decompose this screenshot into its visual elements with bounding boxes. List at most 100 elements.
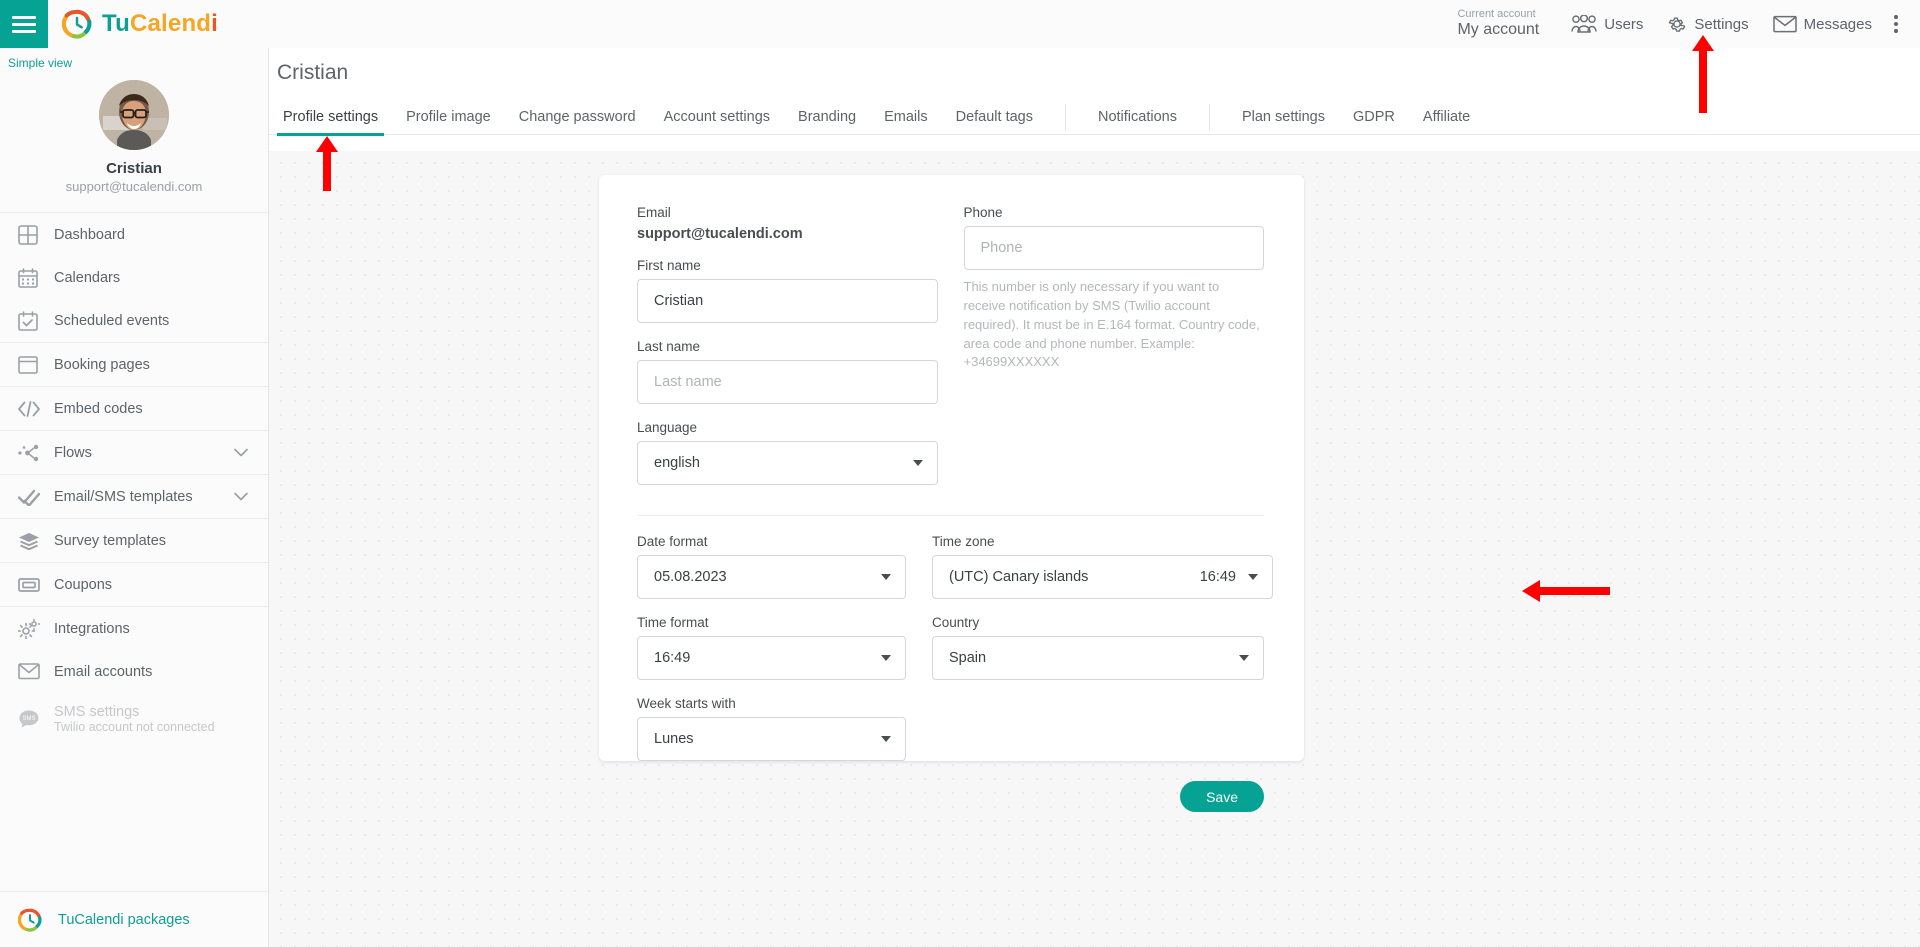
code-icon: [18, 400, 54, 417]
top-bar-right: Current account My account Users Setting…: [1457, 7, 1920, 41]
sidebar-item-embed-codes[interactable]: Embed codes: [0, 387, 268, 430]
time-format-select[interactable]: 16:49: [637, 636, 906, 680]
sidebar: Simple view Cristian support@tucalendi.c…: [0, 48, 269, 947]
time-zone-field-group: Time zone (UTC) Canary islands 16:49: [932, 534, 1273, 599]
envelope-icon: [1772, 15, 1797, 33]
burger-line: [12, 15, 36, 19]
users-button[interactable]: Users: [1559, 9, 1655, 39]
sidebar-item-booking-pages[interactable]: Booking pages: [0, 343, 268, 386]
phone-input[interactable]: Phone: [963, 226, 1264, 270]
tab-profile-settings[interactable]: Profile settings: [269, 109, 392, 136]
current-account-value: My account: [1457, 21, 1540, 39]
sidebar-item-integrations[interactable]: Integrations: [0, 607, 268, 650]
last-name-field-group: Last name Last name: [637, 339, 938, 404]
current-account-caption: Current account: [1457, 8, 1536, 21]
sidebar-footer[interactable]: TuCalendi packages: [0, 891, 268, 947]
sidebar-item-label: Survey templates: [54, 532, 167, 549]
messages-label: Messages: [1803, 15, 1872, 33]
more-options-button[interactable]: [1884, 7, 1908, 41]
country-select[interactable]: Spain: [932, 636, 1264, 680]
save-button[interactable]: Save: [1180, 781, 1264, 812]
sidebar-item-survey-templates[interactable]: Survey templates: [0, 519, 268, 562]
email-value: support@tucalendi.com: [637, 226, 803, 242]
time-format-label: Time format: [637, 615, 709, 630]
language-label: Language: [637, 420, 698, 435]
sidebar-item-label: Booking pages: [54, 356, 150, 373]
sidebar-profile: Cristian support@tucalendi.com: [0, 70, 268, 213]
time-format-field-group: Time format 16:49: [637, 615, 906, 680]
chevron-down-icon[interactable]: [234, 445, 248, 461]
phone-help-text: This number is only necessary if you wan…: [963, 279, 1260, 370]
sidebar-item-sms-settings[interactable]: SMS SMS settings Twilio account not connec…: [0, 693, 268, 745]
users-icon: [1571, 15, 1597, 33]
chevron-down-icon: [881, 574, 891, 580]
tab-gdpr[interactable]: GDPR: [1339, 109, 1409, 135]
kebab-dot: [1894, 29, 1898, 33]
week-starts-with-label: Week starts with: [637, 696, 736, 711]
tab-default-tags[interactable]: Default tags: [942, 109, 1047, 135]
kebab-dot: [1894, 22, 1898, 26]
tab-branding[interactable]: Branding: [784, 109, 870, 135]
sidebar-item-scheduled-events[interactable]: Scheduled events: [0, 299, 268, 342]
gear-icon: [1669, 17, 1686, 32]
form-column-left-2: Date format 05.08.2023 Time format 16:49: [637, 534, 906, 777]
main-area: Cristian Profile settings Profile image Ch…: [269, 48, 1920, 947]
tab-plan-settings[interactable]: Plan settings: [1228, 109, 1339, 135]
svg-text:SMS: SMS: [22, 716, 35, 722]
tab-notifications[interactable]: Notifications: [1084, 109, 1191, 135]
window-icon: [18, 355, 54, 374]
tab-profile-image[interactable]: Profile image: [392, 109, 505, 135]
tab-divider: [1208, 104, 1210, 130]
week-starts-with-select[interactable]: Lunes: [637, 717, 906, 761]
form-column-right-2: Time zone (UTC) Canary islands 16:49 Cou…: [932, 534, 1273, 777]
current-account[interactable]: Current account My account: [1457, 8, 1539, 39]
sidebar-item-calendars[interactable]: Calendars: [0, 256, 268, 299]
tab-affiliate[interactable]: Affiliate: [1409, 109, 1484, 135]
sidebar-item-email-accounts[interactable]: Email accounts: [0, 650, 268, 693]
country-label: Country: [932, 615, 980, 630]
phone-field-group: Phone Phone This number is only necessar…: [963, 205, 1264, 372]
sidebar-item-coupons[interactable]: Coupons: [0, 563, 268, 606]
brand-logo-area[interactable]: TuCalendi: [62, 9, 218, 39]
sidebar-item-dashboard[interactable]: Dashboard: [0, 213, 268, 256]
sidebar-item-label: Calendars: [54, 269, 121, 286]
date-format-field-group: Date format 05.08.2023: [637, 534, 906, 599]
date-format-select[interactable]: 05.08.2023: [637, 555, 906, 599]
tab-emails[interactable]: Emails: [870, 109, 942, 135]
first-name-input[interactable]: Cristian: [637, 279, 938, 323]
calendar-icon: [18, 267, 54, 288]
chevron-down-icon: [881, 655, 891, 661]
sidebar-item-sublabel: Twilio account not connected: [54, 719, 215, 734]
sidebar-item-label: Integrations: [54, 620, 130, 637]
sidebar-item-email-sms-templates[interactable]: Email/SMS templates: [0, 475, 268, 518]
first-name-value: Cristian: [654, 293, 704, 309]
tab-change-password[interactable]: Change password: [505, 109, 650, 135]
avatar-photo-icon: [99, 80, 169, 150]
last-name-label: Last name: [637, 339, 701, 354]
sidebar-item-flows[interactable]: Flows: [0, 431, 268, 474]
simple-view-link[interactable]: Simple view: [0, 48, 268, 70]
chevron-down-icon[interactable]: [234, 489, 248, 505]
week-starts-with-value: Lunes: [654, 731, 694, 747]
avatar[interactable]: [99, 80, 169, 150]
tucalendi-packages-link[interactable]: TuCalendi packages: [58, 912, 190, 928]
language-select[interactable]: english: [637, 441, 938, 485]
burger-line: [12, 29, 36, 33]
top-bar: TuCalendi Current account My account Use…: [0, 0, 1920, 48]
profile-email: support@tucalendi.com: [65, 179, 203, 194]
gears-icon: [18, 618, 54, 639]
form-column-right: Phone Phone This number is only necessar…: [963, 205, 1264, 501]
last-name-input[interactable]: Last name: [637, 360, 938, 404]
form-row-top: Email support@tucalendi.com First name C…: [637, 205, 1264, 501]
messages-button[interactable]: Messages: [1761, 9, 1884, 39]
tucalendi-logo-icon: [18, 908, 42, 932]
chevron-down-icon: [912, 460, 923, 466]
time-zone-select[interactable]: (UTC) Canary islands 16:49: [932, 555, 1273, 599]
menu-toggle-button[interactable]: [0, 0, 48, 48]
tab-account-settings[interactable]: Account settings: [650, 109, 784, 135]
arrow-settings: [1692, 35, 1714, 113]
save-row: Save: [599, 777, 1304, 812]
settings-label: Settings: [1694, 15, 1749, 33]
sidebar-item-label: Dashboard: [54, 226, 125, 243]
tab-divider: [1064, 104, 1066, 130]
